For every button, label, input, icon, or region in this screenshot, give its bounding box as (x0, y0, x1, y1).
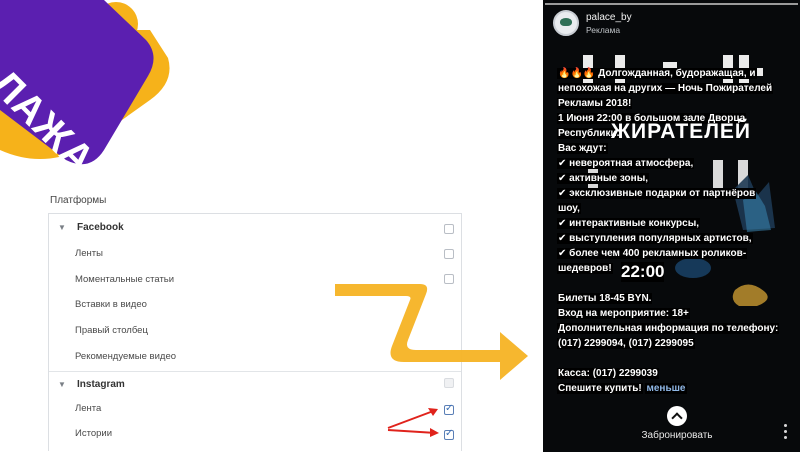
caption-line: ✔ интерактивные конкурсы, (557, 218, 701, 229)
poster-word: ЖИРАТЕЛЕЙ (611, 120, 752, 143)
placement-label: Рекомендуемые видео (75, 351, 177, 362)
caption-line: непохожая на других — Ночь Пожирателей (557, 83, 774, 94)
caption-gap (557, 276, 797, 291)
caption-line: шоу, (557, 203, 581, 214)
placement-checkbox[interactable] (444, 274, 454, 284)
placement-label: Вставки в видео (75, 299, 147, 310)
ad-caption: 🔥🔥🔥 Долгожданная, будоражащая, и непохож… (557, 66, 797, 396)
instagram-group-label: Instagram (77, 379, 125, 390)
placement-checkbox-checked[interactable] (444, 428, 454, 440)
caption-line: 🔥🔥🔥 Долгожданная, будоражащая, и (557, 68, 757, 79)
placement-row-feeds[interactable]: Ленты (49, 242, 461, 268)
account-name[interactable]: palace_by (586, 12, 632, 23)
placement-checkbox[interactable] (444, 249, 454, 259)
caption-line: Рекламы 2018! (557, 98, 633, 109)
book-button[interactable]: Забронировать (640, 430, 714, 441)
poster-time: 22:00 (621, 262, 665, 282)
caption-line: Вход на мероприятие: 18+ (557, 308, 690, 319)
placement-row-suggested-videos[interactable]: Рекомендуемые видео (49, 345, 461, 371)
lazha-logo: ЛАЖА (0, 0, 200, 182)
account-avatar[interactable] (553, 10, 579, 36)
instagram-group-header[interactable]: ▼ Instagram (49, 373, 461, 397)
placement-label: Ленты (75, 248, 103, 259)
chevron-up-icon[interactable] (667, 406, 687, 426)
sponsored-label: Реклама (586, 25, 621, 35)
caption-line: ✔ активные зоны, (557, 173, 650, 184)
caption-line: ✔ более чем 400 рекламных роликов- (557, 248, 748, 259)
placement-label: Моментальные статьи (75, 274, 175, 285)
placement-row-in-stream-video[interactable]: Вставки в видео (49, 293, 461, 319)
caption-line: Касса: (017) 2299039 (557, 368, 659, 379)
placement-label: Правый столбец (75, 325, 148, 336)
platforms-panel: ▼ Facebook Ленты Моментальные статьи Вст… (48, 213, 462, 451)
placement-row-feed[interactable]: Лента (49, 397, 461, 423)
caption-line: Спешите купить! меньше (557, 383, 687, 394)
caption-line: ✔ выступления популярных артистов, (557, 233, 753, 244)
caption-line: Билеты 18-45 BYN. (557, 293, 653, 304)
caption-line: Дополнительная информация по телефону: (557, 323, 780, 334)
placement-checkbox-checked[interactable] (444, 403, 454, 415)
facebook-checkbox[interactable] (444, 224, 454, 234)
screenshot-canvas: ЛАЖА Платформы ▼ Facebook Ленты Моментал… (0, 0, 800, 452)
caption-line: шедевров! (557, 263, 613, 274)
placement-row-right-column[interactable]: Правый столбец (49, 319, 461, 345)
group-divider (49, 371, 461, 372)
platforms-title: Платформы (50, 195, 107, 206)
placement-row-stories[interactable]: Истории (49, 422, 461, 448)
placement-label: Истории (75, 428, 113, 439)
caption-line: (017) 2299094, (017) 2299095 (557, 338, 695, 349)
facebook-group-label: Facebook (77, 222, 124, 233)
caption-line: ✔ эксклюзивные подарки от партнёров (557, 188, 757, 199)
facebook-group-header[interactable]: ▼ Facebook (49, 216, 461, 240)
show-less-link[interactable]: меньше (645, 383, 687, 394)
instagram-checkbox[interactable] (444, 378, 454, 388)
more-options-icon[interactable] (784, 424, 788, 442)
caption-gap (557, 351, 797, 366)
placement-row-instant-articles[interactable]: Моментальные статьи (49, 268, 461, 294)
collapse-caret-icon[interactable]: ▼ (58, 380, 66, 389)
caption-line: ✔ невероятная атмосфера, (557, 158, 695, 169)
placement-label: Лента (75, 403, 102, 414)
collapse-caret-icon[interactable]: ▼ (58, 223, 66, 232)
instagram-story: palace_by Реклама 🔥🔥🔥 Долгожданная, будо… (543, 0, 800, 452)
